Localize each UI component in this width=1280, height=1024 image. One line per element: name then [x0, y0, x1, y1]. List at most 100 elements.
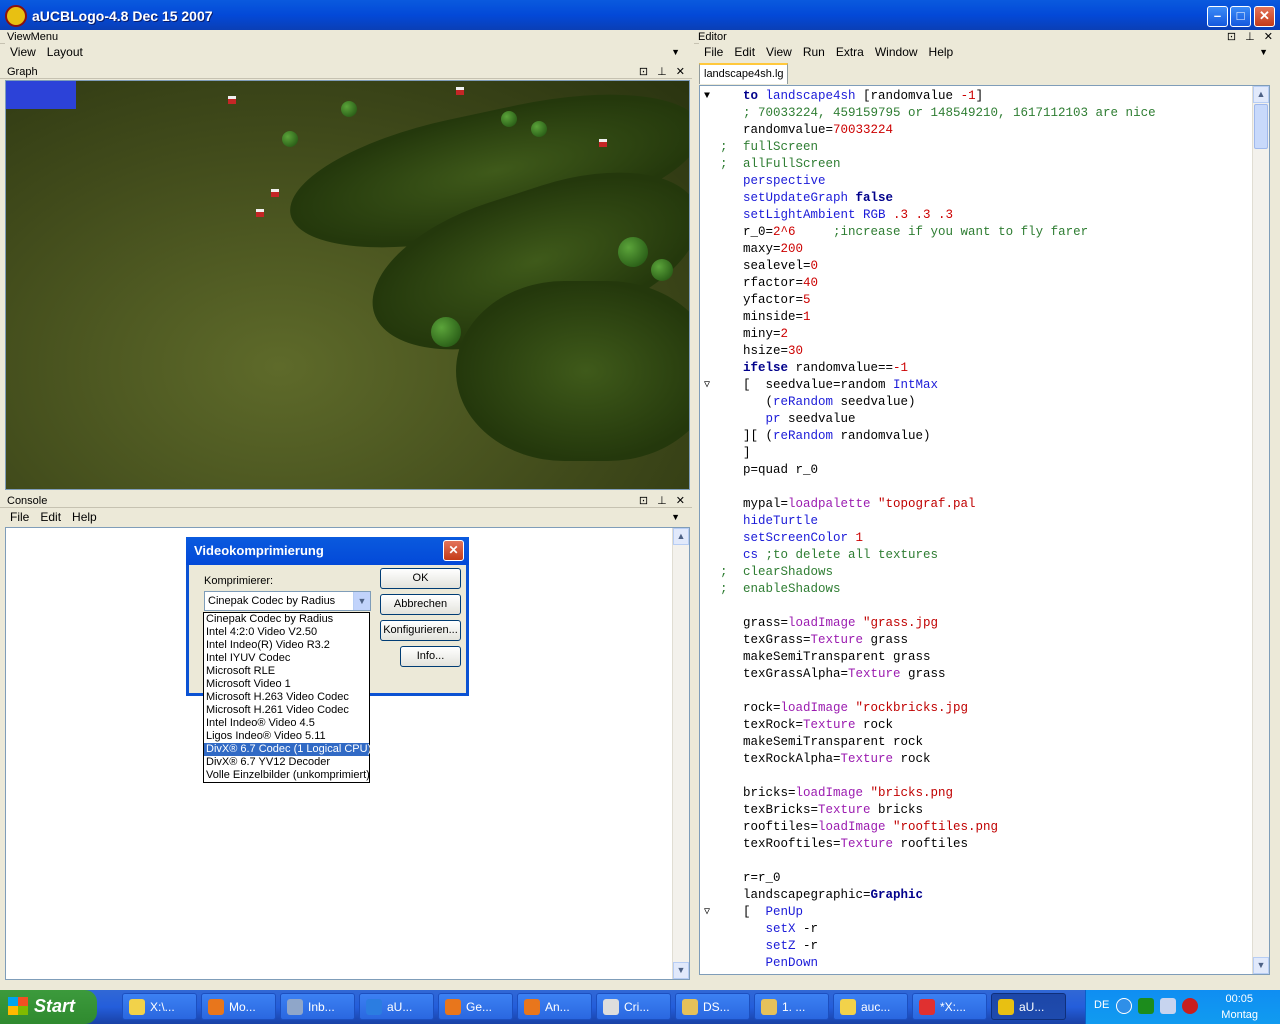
- compressor-option[interactable]: Intel Indeo® Video 4.5: [204, 717, 369, 730]
- code-content[interactable]: ▼ to landscape4sh [randomvalue -1]; 70033…: [700, 88, 1156, 972]
- dialog-close-button[interactable]: ✕: [443, 540, 464, 561]
- code-line[interactable]: rooftiles=loadImage "rooftiles.png: [700, 819, 1156, 836]
- compressor-option[interactable]: Microsoft H.263 Video Codec: [204, 691, 369, 704]
- tray-app-icon[interactable]: [1182, 998, 1198, 1014]
- code-line[interactable]: landscapegraphic=Graphic: [700, 887, 1156, 904]
- compressor-option[interactable]: Intel Indeo(R) Video R3.2: [204, 639, 369, 652]
- compressor-option[interactable]: DivX® 6.7 Codec (1 Logical CPU): [204, 743, 371, 756]
- back-arrow-icon[interactable]: [1116, 998, 1132, 1014]
- code-line[interactable]: ifelse randomvalue==-1: [700, 360, 1156, 377]
- monitor-icon[interactable]: [1160, 998, 1176, 1014]
- taskbar-button[interactable]: DS...: [675, 993, 750, 1020]
- panel-controls-icon[interactable]: ⊡ ⊥ ✕: [639, 65, 688, 79]
- compressor-option[interactable]: Volle Einzelbilder (unkomprimiert): [204, 769, 370, 782]
- console-menu-help[interactable]: Help: [72, 508, 97, 526]
- taskbar-button[interactable]: aU...: [991, 993, 1066, 1020]
- code-line[interactable]: texGrass=Texture grass: [700, 632, 1156, 649]
- scroll-down-icon[interactable]: ▼: [1253, 957, 1269, 974]
- info-button[interactable]: Info...: [400, 646, 461, 667]
- code-line[interactable]: rfactor=40: [700, 275, 1156, 292]
- editor-menu-view[interactable]: View: [766, 43, 792, 61]
- menu-layout[interactable]: Layout: [47, 43, 83, 61]
- chevron-down-icon[interactable]: ▼: [671, 43, 680, 61]
- fold-marker-icon[interactable]: ▼: [704, 88, 710, 105]
- code-line[interactable]: ▽ [ seedvalue=random IntMax: [700, 377, 1156, 394]
- code-line[interactable]: [700, 853, 1156, 870]
- taskbar-button[interactable]: *X:...: [912, 993, 987, 1020]
- code-editor[interactable]: ▼ to landscape4sh [randomvalue -1]; 70033…: [699, 85, 1270, 975]
- maximize-button[interactable]: □: [1230, 6, 1251, 27]
- code-line[interactable]: maxy=200: [700, 241, 1156, 258]
- editor-menu-run[interactable]: Run: [803, 43, 825, 61]
- taskbar-button[interactable]: Ge...: [438, 993, 513, 1020]
- editor-menu-window[interactable]: Window: [875, 43, 918, 61]
- cancel-button[interactable]: Abbrechen: [380, 594, 461, 615]
- chevron-down-icon[interactable]: ▼: [353, 592, 370, 610]
- taskbar-button[interactable]: Mo...: [201, 993, 276, 1020]
- compressor-option[interactable]: Intel 4:2:0 Video V2.50: [204, 626, 369, 639]
- configure-button[interactable]: Konfigurieren...: [380, 620, 461, 641]
- code-line[interactable]: [700, 479, 1156, 496]
- taskbar-button[interactable]: An...: [517, 993, 592, 1020]
- console-scrollbar[interactable]: ▲ ▼: [672, 528, 689, 979]
- compressor-option[interactable]: Cinepak Codec by Radius: [204, 613, 369, 626]
- code-line[interactable]: texGrassAlpha=Texture grass: [700, 666, 1156, 683]
- code-line[interactable]: ▽ [ PenUp: [700, 904, 1156, 921]
- code-line[interactable]: cs ;to delete all textures: [700, 547, 1156, 564]
- code-line[interactable]: r_0=2^6 ;increase if you want to fly far…: [700, 224, 1156, 241]
- code-line[interactable]: setZ -r: [700, 938, 1156, 955]
- code-line[interactable]: texRock=Texture rock: [700, 717, 1156, 734]
- taskbar-button[interactable]: Inb...: [280, 993, 355, 1020]
- code-line[interactable]: mypal=loadpalette "topograf.pal: [700, 496, 1156, 513]
- compressor-dropdown-list[interactable]: Cinepak Codec by Radius Intel 4:2:0 Video…: [203, 612, 371, 783]
- chevron-down-icon[interactable]: ▼: [671, 508, 680, 526]
- code-line[interactable]: ]: [700, 445, 1156, 462]
- code-line[interactable]: yfactor=5: [700, 292, 1156, 309]
- scroll-up-icon[interactable]: ▲: [673, 528, 689, 545]
- start-button[interactable]: Start: [0, 990, 97, 1024]
- code-line[interactable]: (reRandom seedvalue): [700, 394, 1156, 411]
- code-line[interactable]: ; 70033224, 459159795 or 148549210, 1617…: [700, 105, 1156, 122]
- compressor-option[interactable]: Microsoft RLE: [204, 665, 369, 678]
- code-line[interactable]: minside=1: [700, 309, 1156, 326]
- compressor-option[interactable]: Microsoft H.261 Video Codec: [204, 704, 369, 717]
- code-line[interactable]: p=quad r_0: [700, 462, 1156, 479]
- close-button[interactable]: ✕: [1254, 6, 1275, 27]
- code-line[interactable]: [700, 598, 1156, 615]
- editor-scrollbar[interactable]: ▲ ▼: [1252, 86, 1269, 974]
- code-line[interactable]: ; allFullScreen: [700, 156, 1156, 173]
- editor-menu-help[interactable]: Help: [929, 43, 954, 61]
- scroll-down-icon[interactable]: ▼: [673, 962, 689, 979]
- code-line[interactable]: ; clearShadows: [700, 564, 1156, 581]
- taskbar-button[interactable]: Cri...: [596, 993, 671, 1020]
- code-line[interactable]: makeSemiTransparent grass: [700, 649, 1156, 666]
- code-line[interactable]: grass=loadImage "grass.jpg: [700, 615, 1156, 632]
- code-line[interactable]: sealevel=0: [700, 258, 1156, 275]
- code-line[interactable]: hsize=30: [700, 343, 1156, 360]
- code-line[interactable]: bricks=loadImage "bricks.png: [700, 785, 1156, 802]
- code-line[interactable]: texRooftiles=Texture rooftiles: [700, 836, 1156, 853]
- code-line[interactable]: ; fullScreen: [700, 139, 1156, 156]
- taskbar-button[interactable]: auc...: [833, 993, 908, 1020]
- code-line[interactable]: ; enableShadows: [700, 581, 1156, 598]
- code-line[interactable]: miny=2: [700, 326, 1156, 343]
- code-line[interactable]: hideTurtle: [700, 513, 1156, 530]
- network-icon[interactable]: [1138, 998, 1154, 1014]
- menu-view[interactable]: View: [10, 43, 36, 61]
- taskbar-button[interactable]: 1. ...: [754, 993, 829, 1020]
- graph-canvas[interactable]: [5, 80, 690, 490]
- panel-controls-icon[interactable]: ⊡ ⊥ ✕: [1227, 30, 1276, 44]
- code-line[interactable]: makeSemiTransparent rock: [700, 734, 1156, 751]
- editor-menu-edit[interactable]: Edit: [734, 43, 755, 61]
- compressor-option[interactable]: DivX® 6.7 YV12 Decoder: [204, 756, 369, 769]
- scroll-up-icon[interactable]: ▲: [1253, 86, 1269, 103]
- code-line[interactable]: perspective: [700, 173, 1156, 190]
- fold-marker-icon[interactable]: ▽: [704, 904, 710, 921]
- code-line[interactable]: rock=loadImage "rockbricks.jpg: [700, 700, 1156, 717]
- taskbar-button[interactable]: X:\...: [122, 993, 197, 1020]
- code-line[interactable]: setUpdateGraph false: [700, 190, 1156, 207]
- console-menu-edit[interactable]: Edit: [40, 508, 61, 526]
- compressor-option[interactable]: Intel IYUV Codec: [204, 652, 369, 665]
- code-line[interactable]: texBricks=Texture bricks: [700, 802, 1156, 819]
- minimize-button[interactable]: –: [1207, 6, 1228, 27]
